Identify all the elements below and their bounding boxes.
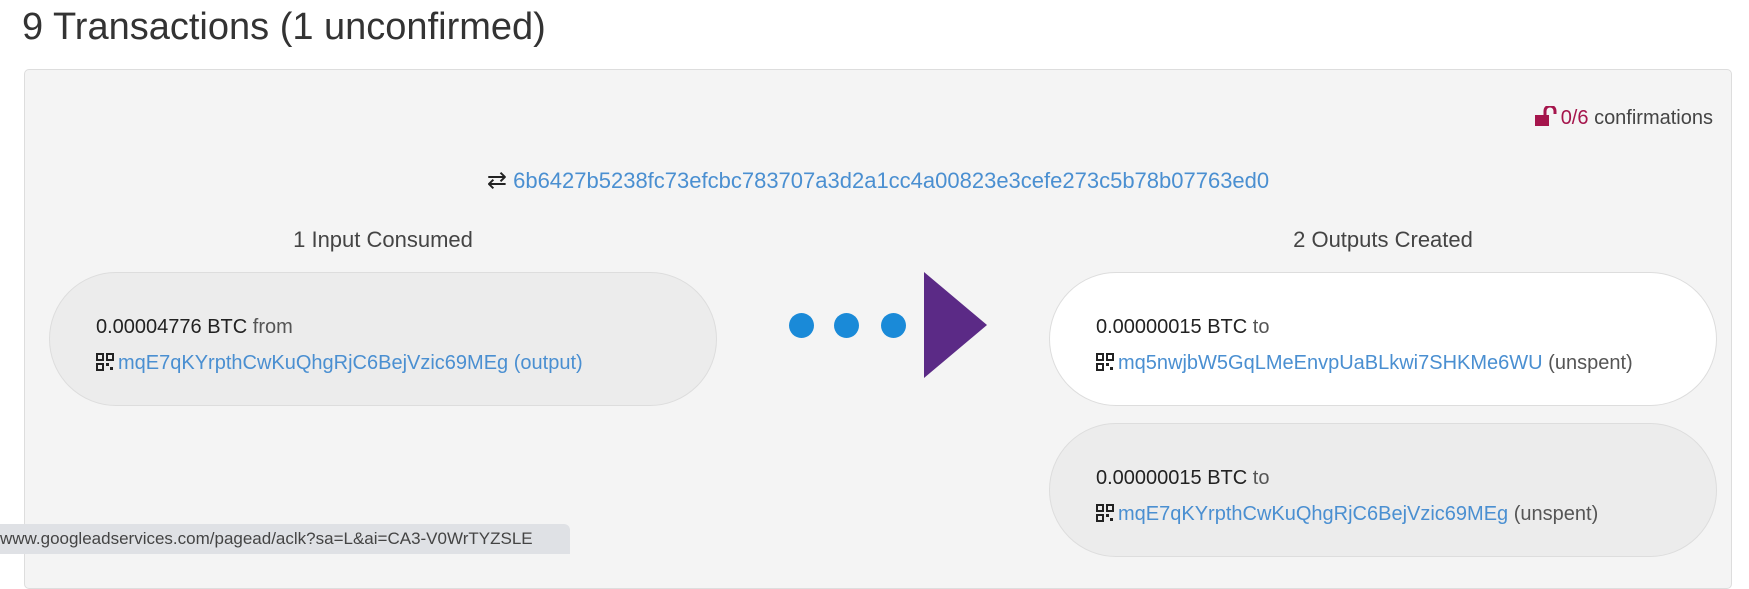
inputs-header: 1 Input Consumed xyxy=(293,227,473,252)
output-item: 0.00000015 BTC to mqE7qKYrpthCwKuQhgRjC6… xyxy=(1049,423,1717,557)
input-direction: from xyxy=(252,316,293,338)
confirmations-status: 0/6 confirmations xyxy=(1534,104,1713,132)
arrow-right-icon xyxy=(924,272,987,378)
transaction-id-link[interactable]: 6b6427b5238fc73efcbc783707a3d2a1cc4a0082… xyxy=(513,168,1269,193)
qrcode-icon[interactable] xyxy=(1096,347,1114,383)
unlock-icon xyxy=(1534,104,1557,132)
browser-status-bar: www.googleadservices.com/pagead/aclk?sa=… xyxy=(0,524,570,554)
input-amount: 0.00004776 BTC xyxy=(96,316,248,338)
transaction-panel: 0/6 confirmations ⇄ 6b6427b5238fc73efcbc… xyxy=(24,69,1732,589)
confirmations-label: confirmations xyxy=(1594,107,1713,129)
output-item: 0.00000015 BTC to mq5nwjbW5GqLMeEnvpUaBL… xyxy=(1049,272,1717,406)
dot-icon xyxy=(789,313,814,338)
output-address-link[interactable]: mqE7qKYrpthCwKuQhgRjC6BejVzic69MEg xyxy=(1118,503,1508,525)
output-status: (unspent) xyxy=(1548,352,1633,374)
output-amount: 0.00000015 BTC xyxy=(1096,316,1248,338)
page-title: 9 Transactions (1 unconfirmed) xyxy=(22,6,546,48)
status-url: www.googleadservices.com/pagead/aclk?sa=… xyxy=(0,529,533,548)
input-item: 0.00004776 BTC from mqE7qKYrpthCwKuQhgRj… xyxy=(49,272,717,406)
input-address-link[interactable]: mqE7qKYrpthCwKuQhgRjC6BejVzic69MEg xyxy=(118,352,508,374)
dot-icon xyxy=(881,313,906,338)
confirmations-count: 0/6 xyxy=(1560,107,1589,129)
output-status: (unspent) xyxy=(1513,503,1599,525)
output-direction: to xyxy=(1252,467,1270,489)
exchange-arrows-icon: ⇄ xyxy=(486,167,507,194)
output-address-link[interactable]: mq5nwjbW5GqLMeEnvpUaBLkwi7SHKMe6WU xyxy=(1118,352,1543,374)
outputs-header: 2 Outputs Created xyxy=(1293,227,1473,252)
transaction-id-row: ⇄ 6b6427b5238fc73efcbc783707a3d2a1cc4a00… xyxy=(25,166,1731,195)
output-direction: to xyxy=(1252,316,1270,338)
dot-icon xyxy=(834,313,859,338)
input-output-link[interactable]: (output) xyxy=(514,352,583,374)
qrcode-icon[interactable] xyxy=(96,347,114,383)
output-amount: 0.00000015 BTC xyxy=(1096,467,1248,489)
qrcode-icon[interactable] xyxy=(1096,498,1114,534)
